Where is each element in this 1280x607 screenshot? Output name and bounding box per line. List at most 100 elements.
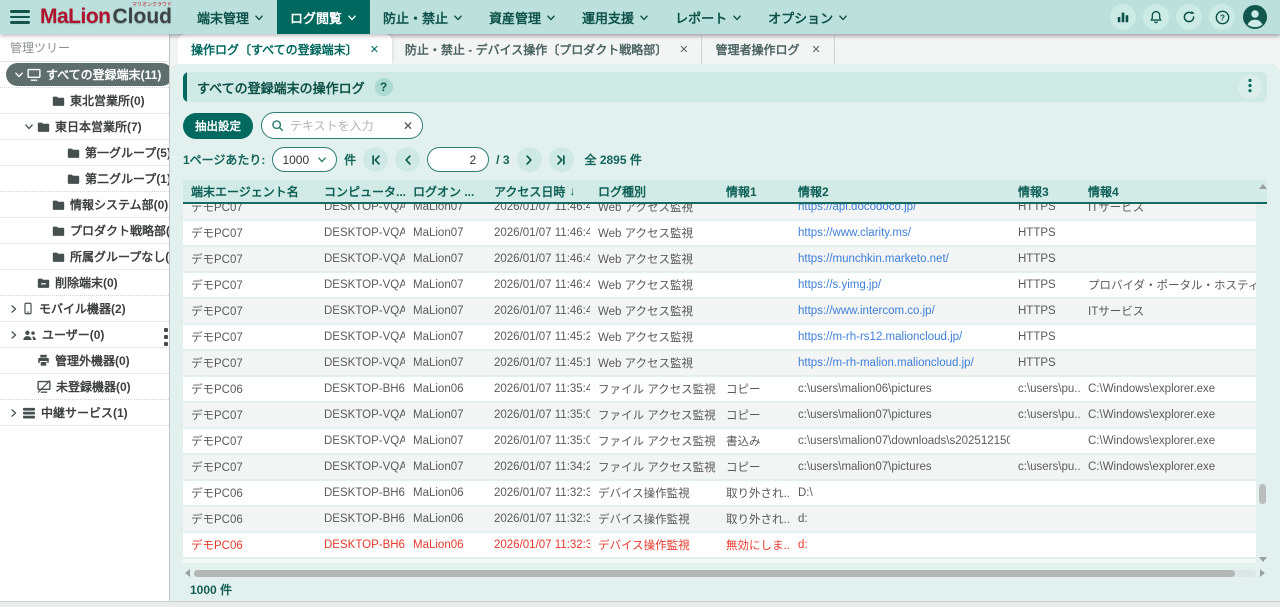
close-icon[interactable]: ✕	[370, 43, 379, 56]
table-row[interactable]: デモPC07DESKTOP-VQAC...MaLion072026/01/07 …	[183, 221, 1256, 245]
sidebar-item[interactable]: 未登録機器(0)	[0, 374, 169, 400]
sidebar-resize-handle[interactable]	[164, 328, 168, 346]
table-row[interactable]: デモPC07DESKTOP-VQAC...MaLion072026/01/07 …	[183, 299, 1256, 323]
account-button[interactable]	[1242, 4, 1268, 30]
bar-chart-button[interactable]	[1110, 4, 1136, 30]
topbar-menu-item[interactable]: 運用支援	[569, 0, 662, 34]
sidebar-item[interactable]: 東日本営業所(7)	[0, 114, 169, 140]
sidebar-item-label: 東北営業所(0)	[70, 92, 145, 109]
menu-item-label: レポート	[675, 8, 727, 27]
column-header[interactable]: コンピュータ...	[316, 183, 405, 200]
column-header[interactable]: ログオン ...	[405, 183, 486, 200]
sidebar-item[interactable]: すべての登録端末(11)	[0, 62, 169, 88]
scroll-up-icon[interactable]	[1259, 184, 1267, 189]
sidebar-item[interactable]: 中継サービス(1)	[0, 400, 169, 426]
bell-button[interactable]	[1143, 4, 1169, 30]
sidebar-item[interactable]: 東北営業所(0)	[0, 88, 169, 114]
cell: HTTPS	[1010, 331, 1080, 343]
next-page-button[interactable]	[517, 147, 542, 172]
sidebar-item[interactable]: 情報システム部(0)	[0, 192, 169, 218]
tab[interactable]: 管理者操作ログ✕	[702, 34, 834, 64]
sidebar-item[interactable]: 第一グループ(5)	[0, 140, 169, 166]
cell: MaLion07	[405, 279, 486, 291]
chevron-down-icon	[317, 155, 327, 165]
horizontal-scrollbar[interactable]	[183, 569, 1267, 577]
search-input[interactable]	[290, 119, 397, 133]
table-row[interactable]: デモPC06DESKTOP-BH6RI...MaLion062026/01/07…	[183, 377, 1256, 401]
scroll-down-icon[interactable]	[1259, 557, 1267, 562]
topbar-menu-item[interactable]: 端末管理	[184, 0, 277, 34]
help-button[interactable]: ?	[1209, 4, 1235, 30]
table-row[interactable]: デモPC07DESKTOP-VQAC...MaLion072026/01/07 …	[183, 403, 1256, 427]
table-row[interactable]: デモPC06DESKTOP-BH6RI...MaLion062026/01/07…	[183, 533, 1256, 557]
column-header[interactable]: 端末エージェント名	[183, 183, 316, 200]
per-page-select[interactable]: 1000	[272, 147, 337, 172]
page-input[interactable]	[427, 147, 489, 172]
vertical-scrollbar-thumb[interactable]	[1259, 484, 1266, 504]
table-row[interactable]: デモPC06DESKTOP-BH6RI...MaLion062026/01/07…	[183, 481, 1256, 505]
table-row[interactable]: デモPC06DESKTOP-BH6RI...MaLion062026/01/07…	[183, 507, 1256, 531]
scroll-left-icon[interactable]	[185, 569, 190, 577]
horizontal-scrollbar-thumb[interactable]	[194, 570, 1235, 577]
tab-active[interactable]: 操作ログ〔すべての登録端末〕✕	[178, 34, 392, 64]
folder-icon	[52, 251, 65, 263]
extract-settings-button[interactable]: 抽出設定	[183, 113, 253, 139]
table-row[interactable]: デモPC07DESKTOP-VQAC...MaLion072026/01/07 …	[183, 455, 1256, 479]
table-row[interactable]: デモPC07DESKTOP-VQAC...MaLion072026/01/07 …	[183, 325, 1256, 349]
table-row[interactable]: デモPC07DESKTOP-VQAC...MaLion072026/01/07 …	[183, 204, 1256, 219]
chevron-right-icon[interactable]	[6, 330, 22, 340]
column-header[interactable]: 情報1	[718, 183, 790, 200]
panel-menu-button[interactable]	[1238, 75, 1262, 99]
first-page-button[interactable]	[363, 147, 388, 172]
sidebar-item[interactable]: 所属グループなし(4)	[0, 244, 169, 270]
chevron-down-icon[interactable]	[21, 122, 37, 132]
topbar-menu-item[interactable]: レポート	[662, 0, 755, 34]
cell: 2026/01/07 11:35:07	[486, 435, 590, 447]
chevron-down-icon[interactable]	[11, 70, 27, 80]
refresh-icon	[1182, 10, 1196, 24]
close-icon[interactable]: ✕	[811, 43, 820, 56]
cell: コピー	[718, 407, 790, 423]
hamburger-menu-icon[interactable]	[10, 10, 30, 24]
column-header[interactable]: 情報2	[790, 183, 1010, 200]
table-row[interactable]: デモPC07DESKTOP-VQAC...MaLion072026/01/07 …	[183, 429, 1256, 453]
vertical-scrollbar[interactable]	[1258, 182, 1267, 564]
cell: 2026/01/07 11:46:42	[486, 279, 590, 291]
search-icon	[271, 119, 284, 132]
prev-page-button[interactable]	[395, 147, 420, 172]
column-header[interactable]: 情報4	[1080, 183, 1256, 200]
table-row[interactable]: デモPC07DESKTOP-VQAC...MaLion072026/01/07 …	[183, 351, 1256, 375]
close-icon[interactable]: ✕	[679, 43, 688, 56]
scroll-right-icon[interactable]	[1260, 569, 1265, 577]
clear-search-icon[interactable]: ✕	[403, 119, 413, 133]
menu-item-label: ログ閲覧	[290, 8, 342, 27]
sidebar-item[interactable]: モバイル機器(2)	[0, 296, 169, 322]
sidebar-item[interactable]: プロダクト戦略部(0)	[0, 218, 169, 244]
cell: DESKTOP-VQAC...	[316, 435, 405, 447]
sidebar-item[interactable]: ユーザー(0)	[0, 322, 169, 348]
topbar-menu-item[interactable]: 資産管理	[476, 0, 569, 34]
column-header[interactable]: ログ種別	[590, 183, 718, 200]
column-header[interactable]: 情報3	[1010, 183, 1080, 200]
cell: デモPC06	[183, 485, 316, 501]
topbar-menu-item[interactable]: 防止・禁止	[370, 0, 476, 34]
cell: MaLion06	[405, 539, 486, 551]
cell: デモPC07	[183, 204, 316, 215]
table-row[interactable]: デモPC07DESKTOP-VQAC...MaLion072026/01/07 …	[183, 247, 1256, 271]
help-icon[interactable]: ?	[375, 78, 393, 96]
topbar-menu: 端末管理ログ閲覧 防止・禁止資産管理運用支援レポート オプション	[184, 0, 861, 34]
tab[interactable]: 防止・禁止 - デバイス操作〔プロダクト戦略部〕✕	[392, 34, 703, 64]
cell: MaLion07	[405, 305, 486, 317]
column-header[interactable]: アクセス日時↓	[486, 183, 590, 200]
last-page-button[interactable]	[549, 147, 574, 172]
topbar-menu-item[interactable]: ログ閲覧	[277, 0, 370, 34]
cell: c:\users\malion07\pictures	[790, 409, 1010, 421]
table-row[interactable]: デモPC07DESKTOP-VQAC...MaLion072026/01/07 …	[183, 273, 1256, 297]
sidebar-item[interactable]: 第二グループ(1)	[0, 166, 169, 192]
chevron-right-icon[interactable]	[6, 408, 22, 418]
chevron-right-icon[interactable]	[6, 304, 22, 314]
topbar-menu-item[interactable]: オプション	[755, 0, 861, 34]
sidebar-item[interactable]: 管理外機器(0)	[0, 348, 169, 374]
refresh-button[interactable]	[1176, 4, 1202, 30]
sidebar-item[interactable]: 削除端末(0)	[0, 270, 169, 296]
